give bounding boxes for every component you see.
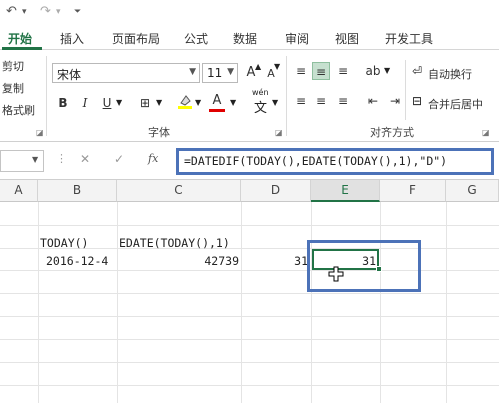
formula-input[interactable]: =DATEDIF(TODAY(),EDATE(TODAY(),1),"D"): [176, 148, 494, 175]
gridline: [0, 385, 499, 386]
chevron-down-icon[interactable]: ▼: [156, 98, 162, 107]
ribbon-tabs: 开始 插入 页面布局 公式 数据 审阅 视图 开发工具: [0, 26, 499, 50]
tab-page-layout[interactable]: 页面布局: [112, 30, 160, 47]
cell-c-value[interactable]: 42739: [189, 254, 239, 268]
customize-qat-icon[interactable]: ⏷: [74, 7, 81, 17]
fill-color-icon[interactable]: [176, 93, 194, 111]
cut-button[interactable]: 剪切: [2, 58, 24, 74]
column-header-a[interactable]: A: [0, 180, 38, 202]
formula-bar: ▼ ⋮ ✕ ✓ fx =DATEDIF(TODAY(),EDATE(TODAY(…: [0, 142, 499, 180]
font-color-icon[interactable]: A: [208, 92, 226, 110]
wrap-text-button[interactable]: 自动换行: [428, 66, 472, 82]
gridline: [446, 202, 447, 403]
tab-formulas[interactable]: 公式: [184, 30, 208, 47]
cell-c-header[interactable]: EDATE(TODAY(),1): [119, 236, 230, 250]
tab-developer[interactable]: 开发工具: [385, 30, 433, 47]
italic-button[interactable]: I: [76, 94, 94, 112]
font-color-swatch: [209, 109, 225, 112]
chevron-down-icon[interactable]: ▼: [384, 66, 390, 75]
column-header-c[interactable]: C: [117, 180, 241, 202]
redo-dropdown-icon[interactable]: ▾: [56, 7, 61, 17]
align-bottom-icon[interactable]: ≡: [334, 62, 352, 80]
redo-icon[interactable]: ↷: [40, 4, 51, 19]
decrease-indent-icon[interactable]: ⇤: [364, 92, 382, 110]
orientation-icon[interactable]: ab: [364, 62, 382, 80]
ribbon-home: 剪切 复制 格式刷 ◪ 宋体 ▼ 11 ▼ A ▲ A ▼ B I U ▼ ⊞ …: [0, 50, 499, 142]
grip-icon: ⋮: [56, 152, 67, 165]
gridline: [0, 293, 499, 294]
chevron-down-icon: ▼: [189, 67, 196, 77]
column-header-d[interactable]: D: [241, 180, 311, 202]
group-divider: [46, 56, 47, 136]
align-middle-icon[interactable]: ≡: [312, 62, 330, 80]
font-name-combo[interactable]: 宋体 ▼: [52, 63, 200, 83]
cursor-cross-icon: [328, 266, 344, 282]
format-painter-button[interactable]: 格式刷: [2, 102, 35, 118]
phonetic-guide-icon[interactable]: 文: [254, 97, 267, 116]
gridline: [380, 202, 381, 403]
chevron-down-icon[interactable]: ▼: [230, 98, 236, 107]
chevron-down-icon[interactable]: ▼: [32, 155, 38, 164]
column-header-f[interactable]: F: [380, 180, 446, 202]
bold-button[interactable]: B: [54, 94, 72, 112]
enter-icon[interactable]: ✓: [114, 152, 124, 166]
undo-dropdown-icon[interactable]: ▾: [22, 7, 27, 17]
cancel-icon[interactable]: ✕: [80, 152, 90, 166]
align-left-icon[interactable]: ≡: [292, 92, 310, 110]
tab-insert[interactable]: 插入: [60, 30, 84, 47]
gridline: [0, 225, 499, 226]
gridline: [117, 202, 118, 403]
clipboard-launcher-icon[interactable]: ◪: [36, 128, 44, 137]
align-right-icon[interactable]: ≡: [334, 92, 352, 110]
quick-access-toolbar: ↶ ▾ ↷ ▾ ⏷: [0, 0, 499, 26]
font-group-label: 字体: [148, 126, 170, 139]
cell-b-value[interactable]: 2016-12-4: [46, 254, 108, 268]
border-icon[interactable]: ⊞: [136, 94, 154, 112]
chevron-down-icon[interactable]: ▼: [195, 98, 201, 107]
gridline: [241, 202, 242, 403]
increase-indent-icon[interactable]: ⇥: [386, 92, 404, 110]
font-launcher-icon[interactable]: ◪: [275, 128, 283, 137]
merge-center-button[interactable]: 合并后居中: [428, 96, 483, 112]
chevron-down-icon[interactable]: ▼: [272, 98, 278, 107]
tab-view[interactable]: 视图: [335, 30, 359, 47]
gridline: [0, 270, 499, 271]
undo-icon[interactable]: ↶: [6, 4, 17, 19]
column-header-b[interactable]: B: [38, 180, 117, 202]
column-header-g[interactable]: G: [446, 180, 499, 202]
group-divider: [286, 56, 287, 136]
chevron-down-icon[interactable]: ▼: [116, 98, 122, 107]
cell-d-value[interactable]: 31: [270, 254, 308, 268]
cell-b-header[interactable]: TODAY(): [40, 236, 88, 250]
gridline: [0, 316, 499, 317]
annotation-box: [307, 240, 421, 292]
column-header-e[interactable]: E: [311, 180, 380, 202]
gridline: [0, 362, 499, 363]
chevron-down-icon: ▼: [227, 67, 234, 77]
underline-button[interactable]: U: [98, 94, 116, 112]
tab-home[interactable]: 开始: [8, 30, 32, 47]
font-size-value: 11: [207, 66, 223, 80]
gridline: [38, 202, 39, 403]
shrink-arrow-icon: ▼: [274, 62, 281, 71]
insert-function-icon[interactable]: fx: [148, 152, 158, 165]
phonetic-label: wén: [252, 88, 269, 97]
alignment-launcher-icon[interactable]: ◪: [482, 128, 490, 137]
gridline: [0, 339, 499, 340]
group-divider: [405, 60, 406, 120]
font-size-combo[interactable]: 11 ▼: [202, 63, 238, 83]
tab-review[interactable]: 审阅: [285, 30, 309, 47]
gridline: [311, 202, 312, 403]
copy-button[interactable]: 复制: [2, 80, 24, 96]
align-center-icon[interactable]: ≡: [312, 92, 330, 110]
font-name-value: 宋体: [57, 68, 82, 82]
tab-data[interactable]: 数据: [233, 30, 257, 47]
merge-center-icon: ⊟: [412, 94, 423, 108]
wrap-text-icon: ⏎: [412, 64, 423, 78]
grow-arrow-icon: ▲: [255, 62, 262, 71]
alignment-group-label: 对齐方式: [370, 126, 414, 139]
align-top-icon[interactable]: ≡: [292, 62, 310, 80]
